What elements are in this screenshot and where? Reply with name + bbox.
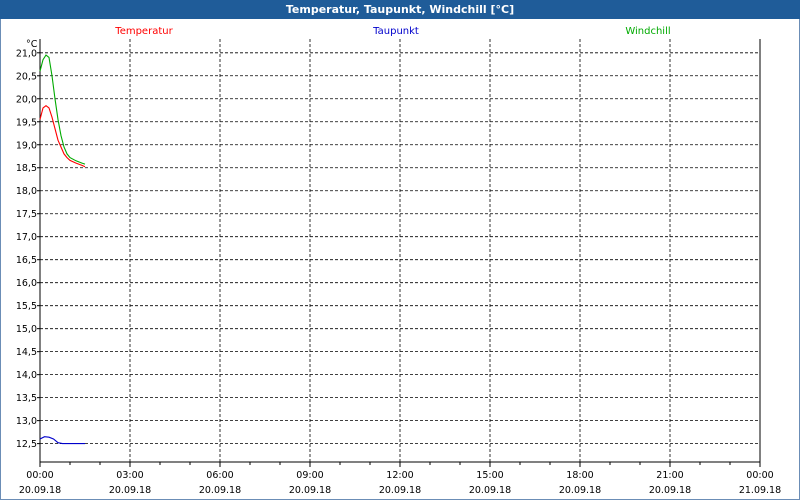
y-tick-label: 16,5 bbox=[16, 255, 37, 266]
series-line-windchill bbox=[39, 54, 86, 165]
x-tick-date: 20.09.18 bbox=[379, 485, 421, 496]
y-tick-labels: 12,5 13,0 13,5 14,0 14,5 15,0 15,5 16,0 16,5 17,0… bbox=[16, 48, 37, 450]
legend-item-windchill: Windchill bbox=[625, 26, 670, 37]
x-tick-time: 00:00 bbox=[26, 470, 53, 481]
y-tick-label: 18,5 bbox=[16, 163, 37, 174]
y-tick-label: 18,0 bbox=[16, 186, 37, 197]
x-tick-date: 20.09.18 bbox=[19, 485, 61, 496]
grid bbox=[40, 39, 760, 462]
series-line-temperatur bbox=[39, 105, 86, 168]
x-tick-date: 20.09.18 bbox=[649, 485, 691, 496]
y-tick-label: 13,5 bbox=[16, 393, 37, 404]
legend: Temperatur Taupunkt Windchill bbox=[114, 26, 670, 37]
x-tick-time: 03:00 bbox=[116, 470, 143, 481]
x-tick-date: 20.09.18 bbox=[469, 485, 511, 496]
y-tick-label: 13,0 bbox=[16, 416, 37, 427]
y-tick-label: 19,0 bbox=[16, 140, 37, 151]
series-line-taupunkt bbox=[39, 436, 85, 445]
x-tick-date: 20.09.18 bbox=[199, 485, 241, 496]
y-tick-label: 17,0 bbox=[16, 232, 37, 243]
x-tick-time: 06:00 bbox=[206, 470, 233, 481]
y-tick-label: 20,0 bbox=[16, 94, 37, 105]
chart-svg: 12,5 13,0 13,5 14,0 14,5 15,0 15,5 16,0 16,5 17,0… bbox=[16, 26, 781, 496]
legend-item-taupunkt: Taupunkt bbox=[372, 26, 419, 37]
axes bbox=[37, 39, 761, 467]
x-tick-time: 00:00 bbox=[746, 470, 773, 481]
y-tick-label: 14,0 bbox=[16, 370, 37, 381]
x-tick-time: 12:00 bbox=[386, 470, 413, 481]
series-lines bbox=[39, 54, 86, 445]
x-tick-date: 20.09.18 bbox=[109, 485, 151, 496]
y-tick-label: 14,5 bbox=[16, 347, 37, 358]
x-tick-time: 15:00 bbox=[476, 470, 503, 481]
y-axis-label: °C bbox=[26, 39, 38, 50]
x-tick-time: 21:00 bbox=[656, 470, 683, 481]
y-tick-label: 17,5 bbox=[16, 209, 37, 220]
y-tick-label: 16,0 bbox=[16, 278, 37, 289]
y-tick-label: 19,5 bbox=[16, 117, 37, 128]
x-tick-date: 21.09.18 bbox=[739, 485, 781, 496]
x-tick-labels: 00:00 20.09.18 03:00 20.09.18 06:00 20.09.18 0… bbox=[19, 470, 781, 496]
y-tick-label: 12,5 bbox=[16, 439, 37, 450]
legend-item-temperatur: Temperatur bbox=[114, 26, 173, 37]
x-tick-date: 20.09.18 bbox=[559, 485, 601, 496]
y-tick-label: 15,0 bbox=[16, 324, 37, 335]
x-tick-time: 09:00 bbox=[296, 470, 323, 481]
y-tick-label: 20,5 bbox=[16, 71, 37, 82]
y-tick-label: 15,5 bbox=[16, 301, 37, 312]
x-tick-time: 18:00 bbox=[566, 470, 593, 481]
x-tick-date: 20.09.18 bbox=[289, 485, 331, 496]
